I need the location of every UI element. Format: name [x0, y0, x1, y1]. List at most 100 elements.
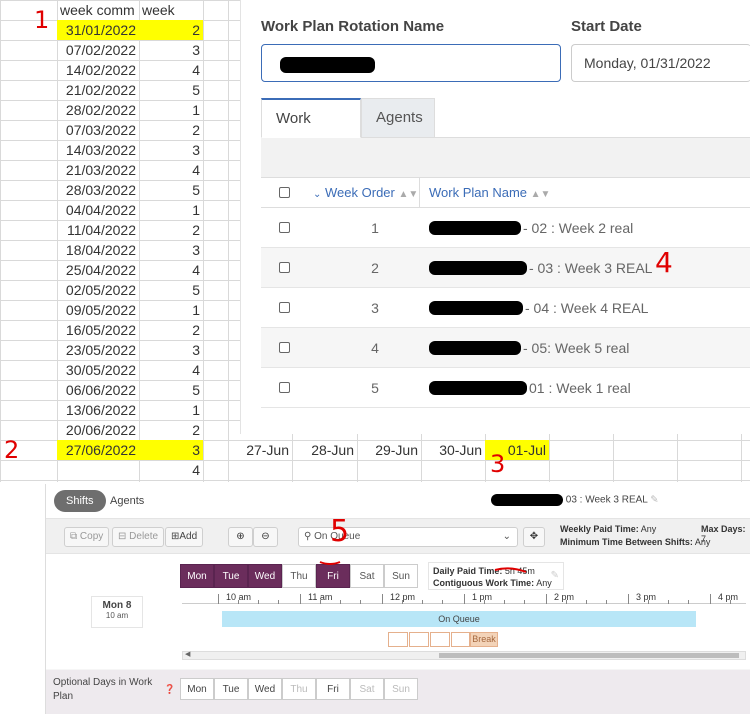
cell-week-comm[interactable]: 02/05/2022 — [57, 280, 139, 300]
day-toggle-sun[interactable]: Sun — [384, 678, 418, 700]
rotation-name-input[interactable] — [261, 44, 561, 82]
select-all-checkbox[interactable] — [279, 187, 290, 198]
table-row[interactable]: 1 - 02 : Week 2 real — [261, 208, 750, 248]
cell-week[interactable]: 2 — [139, 20, 203, 40]
cell-week[interactable]: 5 — [139, 280, 203, 300]
scrollbar-thumb[interactable] — [439, 653, 739, 658]
tab-work-plans[interactable]: Work Plans — [261, 98, 361, 165]
cell-week[interactable]: 1 — [139, 200, 203, 220]
day-toggle-sat[interactable]: Sat — [350, 678, 384, 700]
cell-week[interactable]: 3 — [139, 340, 203, 360]
cell-week-comm[interactable]: 11/04/2022 — [57, 220, 139, 240]
col-work-plan-name[interactable]: Work Plan Name ▲▼ — [429, 185, 550, 200]
start-date-input[interactable]: Monday, 01/31/2022 — [571, 44, 750, 82]
day-toggle-wed[interactable]: Wed — [248, 564, 282, 588]
cell-week[interactable]: 3 — [139, 440, 203, 460]
cell-week[interactable]: 2 — [139, 320, 203, 340]
slot[interactable] — [388, 632, 408, 647]
cell-week[interactable]: 4 — [139, 360, 203, 380]
cell-week-comm[interactable]: 13/06/2022 — [57, 400, 139, 420]
cell-week[interactable]: 5 — [139, 380, 203, 400]
tab-agents[interactable]: Agents — [361, 98, 435, 138]
slot[interactable] — [409, 632, 429, 647]
chevron-left-icon[interactable]: ◀ — [185, 650, 190, 658]
row-checkbox[interactable] — [279, 342, 290, 353]
table-row[interactable]: 2 - 03 : Week 3 REAL — [261, 248, 750, 288]
table-row[interactable]: 3 - 04 : Week 4 REAL — [261, 288, 750, 328]
table-row[interactable]: 4 - 05: Week 5 real — [261, 328, 750, 368]
row-checkbox[interactable] — [279, 302, 290, 313]
tab-agents[interactable]: Agents — [98, 490, 156, 512]
header-week[interactable]: week — [139, 0, 203, 20]
row-checkbox[interactable] — [279, 262, 290, 273]
cell-week[interactable]: 5 — [139, 80, 203, 100]
day-header[interactable]: 30-Jun — [421, 440, 485, 460]
cell-week-comm[interactable]: 07/03/2022 — [57, 120, 139, 140]
day-toggle-tue[interactable]: Tue — [214, 678, 248, 700]
day-header[interactable]: 28-Jun — [292, 440, 357, 460]
cell-week-comm[interactable] — [57, 460, 139, 480]
cell-week-comm[interactable]: 16/05/2022 — [57, 320, 139, 340]
cell-week[interactable]: 4 — [139, 60, 203, 80]
cell-week[interactable]: 5 — [139, 180, 203, 200]
slot[interactable] — [451, 632, 470, 647]
cell-week[interactable]: 2 — [139, 420, 203, 440]
work-plan-name[interactable]: - 05: Week 5 real — [523, 328, 629, 368]
col-week-order[interactable]: ⌄ Week Order ▲▼ — [313, 185, 418, 200]
cell-week-comm[interactable]: 28/03/2022 — [57, 180, 139, 200]
work-plan-name[interactable]: - 03 : Week 3 REAL — [529, 248, 652, 288]
cell-week[interactable]: 2 — [139, 120, 203, 140]
day-header[interactable]: 27-Jun — [228, 440, 292, 460]
day-header[interactable]: 29-Jun — [357, 440, 421, 460]
day-toggle-wed[interactable]: Wed — [248, 678, 282, 700]
help-icon[interactable]: ❓ — [164, 684, 175, 695]
day-toggle-mon[interactable]: Mon — [180, 564, 214, 588]
cell-week[interactable]: 1 — [139, 100, 203, 120]
move-button[interactable]: ✥ — [523, 527, 545, 547]
cell-week-comm[interactable]: 18/04/2022 — [57, 240, 139, 260]
cell-week-comm[interactable]: 23/05/2022 — [57, 340, 139, 360]
on-queue-block[interactable]: On Queue — [222, 611, 696, 627]
day-toggle-fri[interactable]: Fri — [316, 678, 350, 700]
day-toggle-tue[interactable]: Tue — [214, 564, 248, 588]
cell-week[interactable]: 4 — [139, 260, 203, 280]
zoom-in-button[interactable]: ⊕ — [228, 527, 253, 547]
shift-day-card[interactable]: Mon 8 10 am — [91, 596, 143, 628]
table-row[interactable]: 5 01 : Week 1 real — [261, 368, 750, 408]
cell-week[interactable]: 4 — [139, 460, 203, 480]
work-plan-name[interactable]: - 04 : Week 4 REAL — [525, 288, 648, 328]
cell-week-comm[interactable]: 09/05/2022 — [57, 300, 139, 320]
cell-week-comm[interactable]: 30/05/2022 — [57, 360, 139, 380]
cell-week[interactable]: 1 — [139, 400, 203, 420]
header-week-comm[interactable]: week comm — [57, 0, 139, 20]
cell-week-comm[interactable]: 07/02/2022 — [57, 40, 139, 60]
edit-icon[interactable]: ✎ — [650, 495, 658, 506]
cell-week-comm[interactable]: 21/02/2022 — [57, 80, 139, 100]
zoom-out-button[interactable]: ⊖ — [253, 527, 278, 547]
row-checkbox[interactable] — [279, 382, 290, 393]
cell-week-comm[interactable]: 14/03/2022 — [57, 140, 139, 160]
edit-icon[interactable]: ✎ — [551, 570, 559, 581]
cell-week-comm[interactable]: 04/04/2022 — [57, 200, 139, 220]
cell-week[interactable]: 4 — [139, 160, 203, 180]
cell-week[interactable]: 2 — [139, 220, 203, 240]
day-toggle-mon[interactable]: Mon — [180, 678, 214, 700]
horizontal-scrollbar[interactable]: ◀ — [182, 651, 746, 660]
cell-week-comm[interactable]: 14/02/2022 — [57, 60, 139, 80]
copy-button[interactable]: ⧉ Copy — [64, 527, 110, 547]
slot[interactable] — [430, 632, 450, 647]
cell-week-comm[interactable]: 28/02/2022 — [57, 100, 139, 120]
work-plan-name[interactable]: 01 : Week 1 real — [529, 368, 631, 408]
day-toggle-thu[interactable]: Thu — [282, 678, 316, 700]
add-button[interactable]: ⊞Add — [165, 527, 204, 547]
cell-week-comm[interactable]: 27/06/2022 — [57, 440, 139, 460]
delete-button[interactable]: ⊟ Delete — [112, 527, 165, 547]
row-checkbox[interactable] — [279, 222, 290, 233]
cell-week-comm[interactable]: 21/03/2022 — [57, 160, 139, 180]
cell-week-comm[interactable]: 20/06/2022 — [57, 420, 139, 440]
work-plan-name[interactable]: - 02 : Week 2 real — [523, 208, 633, 248]
cell-week[interactable]: 1 — [139, 300, 203, 320]
cell-week-comm[interactable]: 25/04/2022 — [57, 260, 139, 280]
cell-week[interactable]: 3 — [139, 40, 203, 60]
cell-week-comm[interactable]: 06/06/2022 — [57, 380, 139, 400]
